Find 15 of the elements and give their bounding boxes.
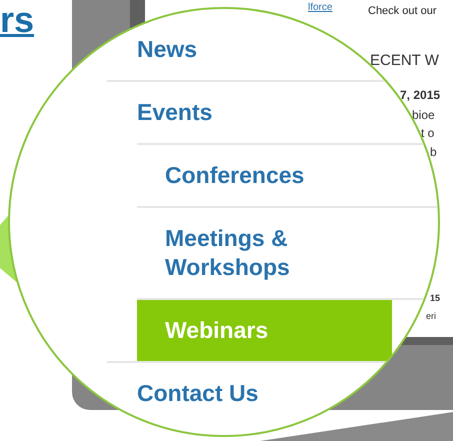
article-text: bioe xyxy=(412,107,435,124)
article-text: t o xyxy=(421,125,434,142)
menu-item[interactable]: News xyxy=(137,19,362,80)
sidebar-link[interactable]: lforce xyxy=(308,1,332,14)
section-title: ECENT W xyxy=(370,51,439,71)
article-text: 15 xyxy=(430,292,440,305)
article-text: b xyxy=(430,144,437,161)
menu-item[interactable]: Conferences xyxy=(137,145,392,206)
article-text: eri xyxy=(426,310,436,323)
menu-item[interactable]: Events xyxy=(137,82,362,143)
intro-text: Check out our xyxy=(368,4,436,19)
page-heading[interactable]: rs xyxy=(0,0,34,40)
article-text: 7, 2015 xyxy=(400,87,440,104)
menu-item[interactable]: Meetings & Workshops xyxy=(137,208,392,298)
menu-item[interactable]: Contact Us xyxy=(137,363,362,424)
